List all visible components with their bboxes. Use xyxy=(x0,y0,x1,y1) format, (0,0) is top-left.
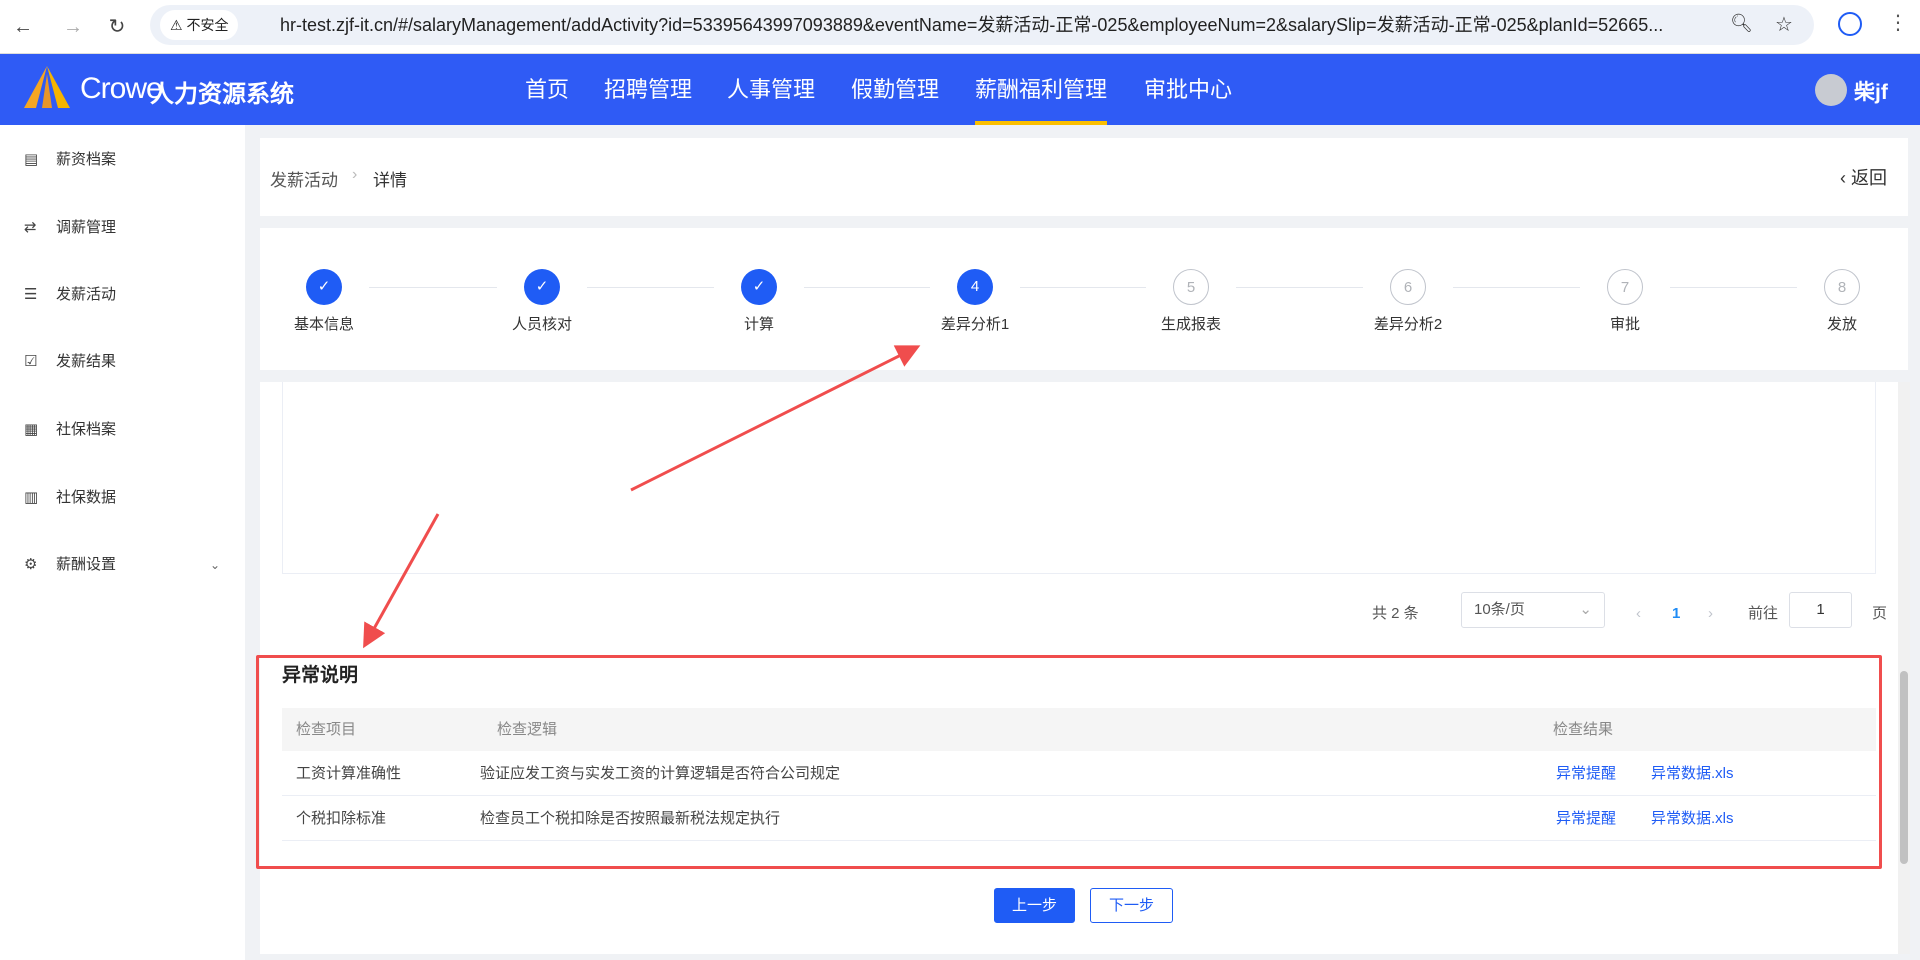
warning-icon: ⚠ xyxy=(170,17,187,33)
annotation-highlight-box xyxy=(256,655,1882,869)
check-icon[interactable]: ✓ xyxy=(306,269,342,305)
scrollbar-thumb[interactable] xyxy=(1900,671,1908,864)
breadcrumb-bar: 发薪活动 › 详情 ‹ 返回 xyxy=(260,138,1908,216)
url-text[interactable]: hr-test.zjf-it.cn/#/salaryManagement/add… xyxy=(280,5,1663,45)
chevron-down-icon: ⌄ xyxy=(1579,601,1592,618)
chevron-right-icon: › xyxy=(352,166,358,183)
pagination-total: 共 2 条 xyxy=(1372,605,1419,622)
current-page[interactable]: 1 xyxy=(1672,596,1680,632)
step-connector xyxy=(1453,287,1580,288)
clipboard-check-icon: ☑ xyxy=(24,353,38,370)
sidebar: ▤ 薪资档案 ⇄ 调薪管理 ☰ 发薪活动 ☑ 发薪结果 ▦ 社保档案 ▥ 社保数据 ⚙ 薪酬设… xyxy=(0,125,245,960)
chevron-left-icon: ‹ xyxy=(1840,168,1851,188)
bar-chart-icon: ▥ xyxy=(24,489,39,506)
exchange-icon: ⇄ xyxy=(24,219,37,236)
document-icon: ▤ xyxy=(24,151,39,168)
gear-icon: ⚙ xyxy=(24,556,38,573)
step-label[interactable]: 生成报表 xyxy=(1111,313,1271,334)
nav-home[interactable]: 首页 xyxy=(525,72,569,125)
forward-icon[interactable]: → xyxy=(58,12,88,42)
nav-recruitment[interactable]: 招聘管理 xyxy=(604,72,692,125)
back-icon[interactable]: ← xyxy=(8,12,38,42)
breadcrumb-parent[interactable]: 发薪活动 xyxy=(270,166,338,191)
sidebar-item-salary-archive[interactable]: ▤ 薪资档案 xyxy=(0,140,245,180)
sidebar-item-social-data[interactable]: ▥ 社保数据 xyxy=(0,478,245,518)
system-name: 人力资源系统 xyxy=(150,81,294,108)
menu-icon[interactable]: ⋮ xyxy=(1888,10,1908,35)
next-step-button[interactable]: 下一步 xyxy=(1090,888,1173,923)
list-icon: ☰ xyxy=(24,286,38,303)
back-label: 返回 xyxy=(1851,168,1887,188)
step-4-circle[interactable]: 4 xyxy=(957,269,993,305)
sidebar-item-payroll-result[interactable]: ☑ 发薪结果 xyxy=(0,342,245,382)
step-label[interactable]: 差异分析2 xyxy=(1328,313,1488,334)
nav-personnel[interactable]: 人事管理 xyxy=(727,72,815,125)
security-label: 不安全 xyxy=(186,17,229,33)
app-header: Crowe 人力资源系统 首页 招聘管理 人事管理 假勤管理 薪酬福利管理 审批… xyxy=(0,54,1920,125)
page-size-value: 10条/页 xyxy=(1474,601,1525,618)
goto-page-input[interactable]: 1 xyxy=(1789,592,1852,628)
step-connector xyxy=(1236,287,1363,288)
profile-icon[interactable] xyxy=(1838,12,1862,36)
step-label[interactable]: 发放 xyxy=(1762,313,1920,334)
step-7-circle[interactable]: 7 xyxy=(1607,269,1643,305)
sidebar-item-settings[interactable]: ⚙ 薪酬设置 ⌄ xyxy=(0,545,245,585)
sidebar-item-label: 薪酬设置 xyxy=(56,556,117,573)
step-label[interactable]: 审批 xyxy=(1545,313,1705,334)
step-label[interactable]: 基本信息 xyxy=(244,313,404,334)
scrollbar[interactable] xyxy=(1898,382,1910,954)
breadcrumb-current: 详情 xyxy=(373,171,407,190)
check-icon[interactable]: ✓ xyxy=(524,269,560,305)
sidebar-item-social-archive[interactable]: ▦ 社保档案 xyxy=(0,410,245,450)
nav-attendance[interactable]: 假勤管理 xyxy=(851,72,939,125)
step-label[interactable]: 计算 xyxy=(679,313,839,334)
step-8-circle[interactable]: 8 xyxy=(1824,269,1860,305)
step-connector xyxy=(1020,287,1146,288)
steps-bar xyxy=(260,228,1908,370)
prev-step-button[interactable]: 上一步 xyxy=(994,888,1075,923)
browser-toolbar: ← → ↻ ⚠ 不安全 hr-test.zjf-it.cn/#/salaryMa… xyxy=(0,0,1920,54)
nav-approval[interactable]: 审批中心 xyxy=(1144,72,1232,125)
sidebar-item-label: 调薪管理 xyxy=(56,219,117,236)
prev-page-icon[interactable]: ‹ xyxy=(1636,596,1641,632)
sidebar-item-salary-adjust[interactable]: ⇄ 调薪管理 xyxy=(0,208,245,248)
page-size-select[interactable]: 10条/页 ⌄ xyxy=(1461,592,1605,628)
goto-label: 前往 xyxy=(1748,605,1779,622)
step-label[interactable]: 差异分析1 xyxy=(895,313,1055,334)
step-connector xyxy=(804,287,930,288)
check-icon[interactable]: ✓ xyxy=(741,269,777,305)
user-name[interactable]: 柴jf xyxy=(1854,76,1888,106)
sidebar-item-label: 社保数据 xyxy=(56,489,117,506)
address-bar[interactable]: ⚠ 不安全 hr-test.zjf-it.cn/#/salaryManageme… xyxy=(150,5,1814,45)
chevron-down-icon: ⌄ xyxy=(210,558,221,572)
step-connector xyxy=(587,287,714,288)
sidebar-item-label: 发薪活动 xyxy=(56,286,117,303)
page-suffix: 页 xyxy=(1872,605,1888,622)
back-button[interactable]: ‹ 返回 xyxy=(1840,164,1887,190)
security-indicator[interactable]: ⚠ 不安全 xyxy=(160,10,239,40)
sidebar-item-label: 社保档案 xyxy=(56,421,117,438)
sidebar-item-label: 薪资档案 xyxy=(56,151,117,168)
step-5-circle[interactable]: 5 xyxy=(1173,269,1209,305)
grid-icon: ▦ xyxy=(24,421,39,438)
next-page-icon[interactable]: › xyxy=(1708,596,1713,632)
star-icon[interactable]: ☆ xyxy=(1775,12,1793,37)
sidebar-item-label: 发薪结果 xyxy=(56,353,117,370)
step-label[interactable]: 人员核对 xyxy=(462,313,622,334)
crowe-logo-icon xyxy=(24,66,70,108)
step-connector xyxy=(369,287,497,288)
step-connector xyxy=(1670,287,1797,288)
step-6-circle[interactable]: 6 xyxy=(1390,269,1426,305)
data-table-empty-area xyxy=(282,382,1876,574)
avatar[interactable] xyxy=(1815,74,1847,106)
zoom-icon[interactable]: 🔍︎ xyxy=(1730,13,1753,34)
reload-icon[interactable]: ↻ xyxy=(102,12,132,42)
sidebar-item-payroll-activity[interactable]: ☰ 发薪活动 xyxy=(0,275,245,315)
nav-compensation[interactable]: 薪酬福利管理 xyxy=(975,72,1108,125)
